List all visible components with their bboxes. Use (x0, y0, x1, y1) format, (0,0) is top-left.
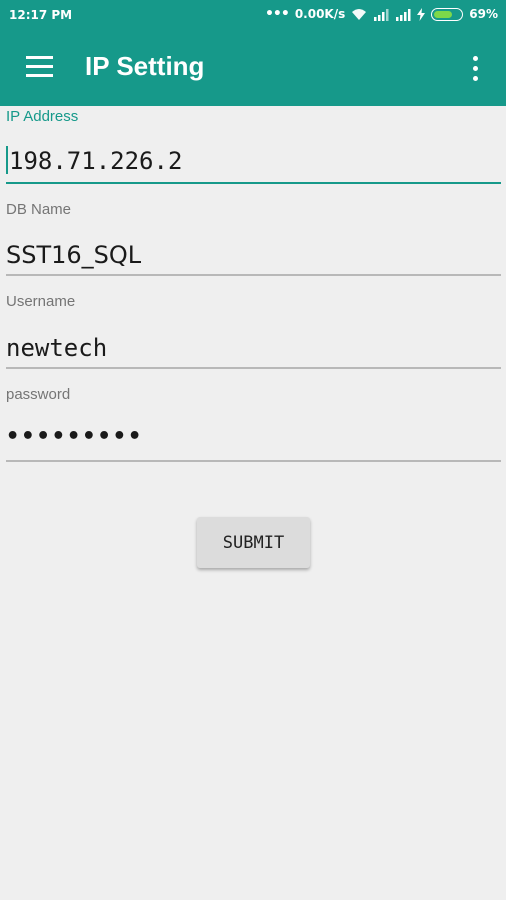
username-input[interactable]: newtech (6, 334, 107, 362)
signal-icon (374, 8, 389, 21)
ip-address-input[interactable]: 198.71.226.2 (9, 147, 182, 175)
username-label: Username (6, 293, 76, 310)
text-cursor (6, 146, 8, 174)
password-label: password (6, 386, 71, 403)
ip-address-label: IP Address (6, 108, 79, 125)
ip-address-underline (6, 182, 501, 184)
hamburger-menu-icon[interactable] (26, 56, 53, 77)
battery-level-fill (434, 10, 452, 18)
charging-bolt-icon (417, 7, 426, 21)
wifi-icon (352, 8, 367, 20)
status-time: 12:17 PM (9, 8, 73, 22)
submit-button[interactable]: SUBMIT (197, 517, 310, 568)
battery-icon (431, 7, 464, 21)
more-vert-icon[interactable] (465, 54, 485, 84)
status-bar: 12:17 PM ••• 0.00K/s 69% (0, 0, 506, 30)
password-underline (6, 460, 501, 462)
battery-percent: 69% (469, 7, 498, 21)
username-underline (6, 367, 501, 369)
signal-icon (396, 8, 411, 21)
db-name-label: DB Name (6, 201, 72, 218)
db-name-underline (6, 274, 501, 276)
app-toolbar: IP Setting (0, 30, 506, 106)
network-speed: 0.00K/s (294, 7, 346, 21)
status-icons: ••• 0.00K/s 69% (265, 7, 498, 21)
page-title: IP Setting (85, 51, 205, 81)
password-input[interactable]: ••••••••• (6, 424, 143, 449)
db-name-input[interactable]: SST16_SQL (6, 241, 141, 269)
more-notifications-icon: ••• (264, 6, 290, 22)
